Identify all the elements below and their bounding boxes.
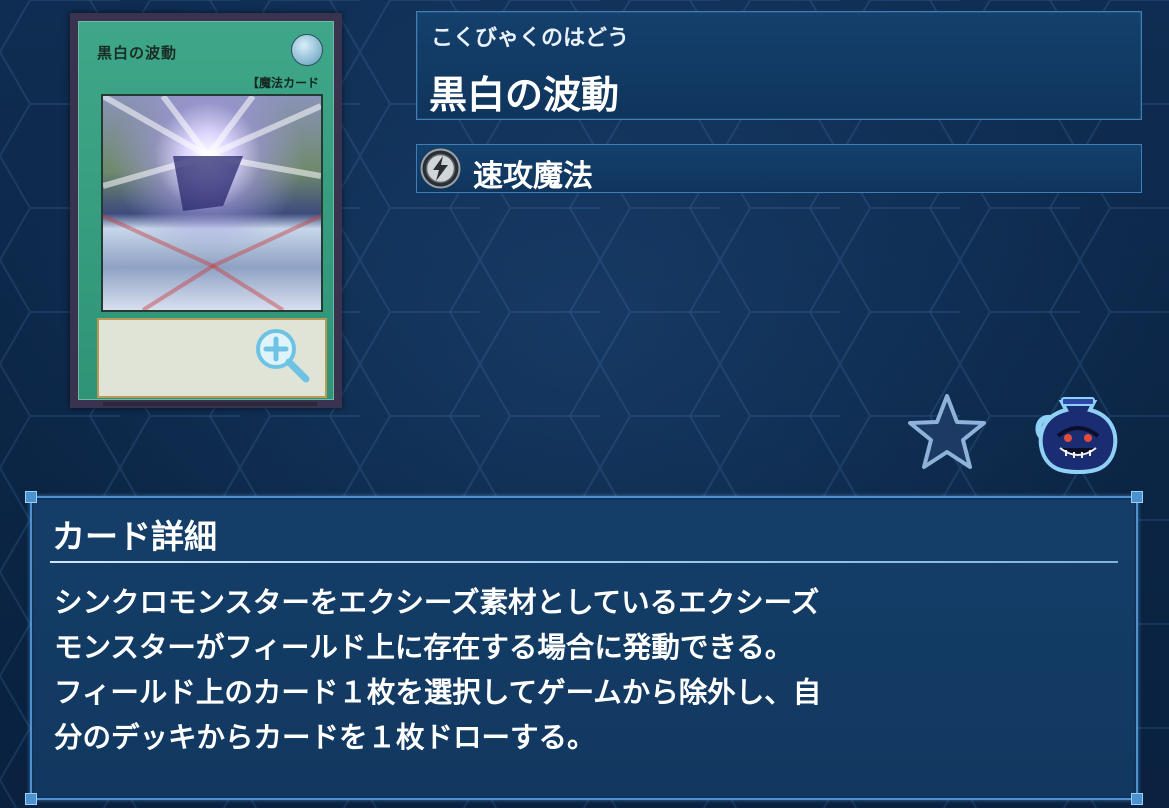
pot-of-greed-icon[interactable] <box>1030 394 1128 474</box>
card-name-header: こくびゃくのはどう 黒白の波動 <box>416 11 1142 120</box>
card-artwork <box>101 93 323 312</box>
panel-corner <box>1131 491 1143 503</box>
card-footer <box>103 402 317 406</box>
panel-corner <box>1131 793 1143 805</box>
name-reading: こくびゃくのはどう <box>431 26 630 51</box>
card-image[interactable]: 黒白の波動 【魔法カード <box>70 13 342 408</box>
card-effect-text: シンクロモンスターをエクシーズ素材としているエクシーズ モンスターがフィールド上… <box>54 586 822 754</box>
star-icon[interactable] <box>906 392 988 472</box>
magnify-plus-icon[interactable] <box>252 325 310 383</box>
attribute-icon <box>291 34 323 66</box>
detail-title: カード詳細 <box>52 517 217 556</box>
spell-type-label: 速攻魔法 <box>473 159 593 194</box>
artwork-rays <box>101 93 323 312</box>
panel-corner <box>25 491 37 503</box>
card-detail-panel: カード詳細 シンクロモンスターをエクシーズ素材としているエクシーズ モンスターが… <box>25 491 1143 805</box>
spell-type-bar: 速攻魔法 <box>416 144 1142 194</box>
panel-corner <box>25 793 37 805</box>
detail-divider <box>50 561 1118 563</box>
card-name: 黒白の波動 <box>429 73 620 117</box>
card-name-text: 黒白の波動 <box>97 44 178 62</box>
quick-play-icon <box>420 148 461 189</box>
card-type-text: 【魔法カード <box>246 76 319 90</box>
